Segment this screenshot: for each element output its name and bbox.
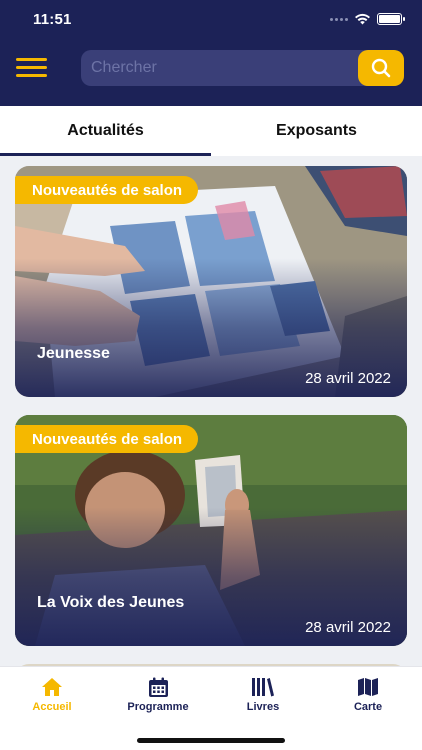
- battery-icon: [377, 13, 405, 25]
- card-date: 28 avril 2022: [305, 619, 391, 636]
- nav-livres[interactable]: Livres: [218, 675, 308, 713]
- card-badge: Nouveautés de salon: [15, 176, 199, 204]
- home-indicator: [137, 738, 285, 743]
- menu-button[interactable]: [16, 57, 47, 79]
- calendar-icon: [148, 677, 168, 697]
- nav-label: Accueil: [32, 701, 72, 713]
- wifi-icon: [355, 13, 370, 25]
- tab-bar: Actualités Exposants: [0, 106, 422, 156]
- card-badge: Nouveautés de salon: [15, 425, 199, 453]
- tab-exposants[interactable]: Exposants: [211, 106, 422, 156]
- search-icon: [371, 58, 391, 78]
- card-title: La Voix des Jeunes: [37, 594, 185, 611]
- search-input[interactable]: [81, 50, 357, 86]
- status-time: 11:51: [33, 11, 72, 28]
- news-feed: Nouveautés de salon Jeunesse 28 avril 20…: [0, 156, 422, 666]
- card-title: Jeunesse: [37, 345, 110, 362]
- status-icons: [330, 13, 405, 25]
- nav-label: Carte: [353, 701, 383, 713]
- nav-label: Programme: [127, 701, 189, 713]
- signal-icon: [330, 17, 348, 21]
- app-screen: 11:51 Actualités: [0, 0, 422, 750]
- nav-label: Livres: [246, 701, 280, 713]
- search-bar: [81, 50, 404, 86]
- news-card[interactable]: Nouveautés de salon La Voix des Jeunes 2…: [15, 415, 407, 646]
- books-icon: [252, 678, 274, 697]
- app-header: 11:51: [0, 0, 422, 106]
- search-button[interactable]: [358, 50, 404, 86]
- nav-carte[interactable]: Carte: [323, 675, 413, 713]
- home-icon: [42, 678, 62, 696]
- map-icon: [358, 678, 378, 696]
- menu-line: [16, 74, 47, 77]
- tab-actualites[interactable]: Actualités: [0, 106, 211, 156]
- nav-accueil[interactable]: Accueil: [7, 675, 97, 713]
- news-card[interactable]: Nouveautés de salon Jeunesse 28 avril 20…: [15, 166, 407, 397]
- menu-line: [16, 66, 47, 69]
- card-date: 28 avril 2022: [305, 370, 391, 387]
- nav-programme[interactable]: Programme: [113, 675, 203, 713]
- menu-line: [16, 58, 47, 61]
